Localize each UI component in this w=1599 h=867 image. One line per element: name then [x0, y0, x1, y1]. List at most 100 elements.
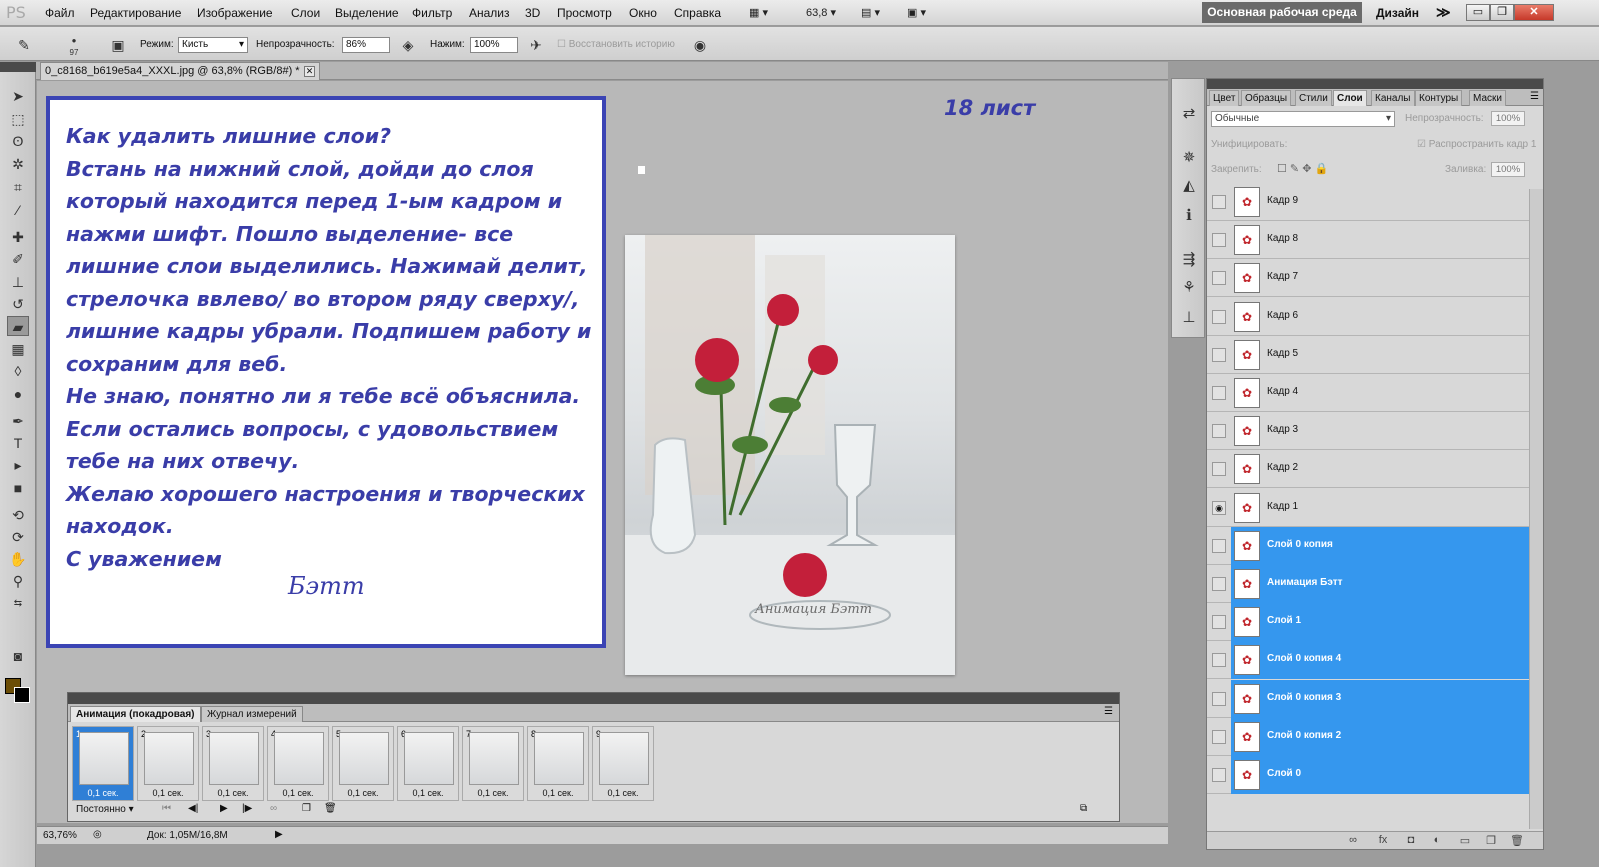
menu-analysis[interactable]: Анализ — [469, 6, 510, 20]
airbrush-opacity-icon[interactable]: ◈ — [398, 35, 418, 55]
document-tab[interactable]: 0_c8168_b619e5a4_XXXL.jpg @ 63,8% (RGB/8… — [40, 62, 320, 80]
gradient-tool-icon[interactable]: ▦ — [7, 339, 29, 359]
layer-body[interactable]: ✿ Слой 0 копия 2 — [1231, 717, 1529, 756]
layer-body[interactable]: ✿ Слой 0 копия 4 — [1231, 641, 1529, 680]
workspace-design-button[interactable]: Дизайн — [1376, 6, 1419, 20]
add-mask-icon[interactable]: ◘ — [1403, 834, 1419, 848]
propagate-frame-checkbox[interactable]: ☑ Распространить кадр 1 — [1417, 139, 1536, 150]
tab-animation[interactable]: Анимация (покадровая) — [70, 706, 201, 722]
menu-window[interactable]: Окно — [629, 6, 657, 20]
minimize-button[interactable]: ▭ — [1466, 4, 1490, 21]
next-frame-icon[interactable]: |▶ — [242, 803, 252, 814]
play-icon[interactable]: ▶ — [220, 803, 228, 814]
visibility-toggle-icon[interactable] — [1212, 347, 1226, 362]
frame-delay[interactable]: 0,1 сек. — [398, 788, 458, 798]
restore-history-checkbox[interactable]: ☐ Восстановить историю — [557, 39, 675, 50]
tab-masks[interactable]: Маски — [1469, 90, 1506, 106]
brush-tool-icon[interactable]: ✐ — [7, 249, 29, 269]
layer-row[interactable]: ✿ Слой 0 копия — [1207, 526, 1529, 565]
layer-row[interactable]: ✿ Анимация Бэтт — [1207, 565, 1529, 603]
layer-row[interactable]: ✿ Кадр 6 — [1207, 298, 1529, 336]
magic-wand-tool-icon[interactable]: ✲ — [7, 154, 29, 174]
workspace-more-button[interactable]: ≫ — [1436, 4, 1451, 21]
visibility-toggle-icon[interactable] — [1212, 768, 1226, 782]
tools-header[interactable] — [0, 62, 36, 72]
visibility-toggle-icon[interactable] — [1212, 577, 1226, 591]
duplicate-frame-icon[interactable]: ❐ — [302, 803, 311, 814]
lasso-tool-icon[interactable]: ʘ — [7, 131, 29, 151]
layer-row[interactable]: ✿ Кадр 7 — [1207, 259, 1529, 298]
layer-style-icon[interactable]: fx — [1375, 834, 1391, 848]
eyedropper-tool-icon[interactable]: ⁄ — [7, 200, 29, 220]
opacity-field[interactable]: 86% — [342, 37, 390, 53]
previous-frame-icon[interactable]: ◀| — [188, 803, 198, 814]
frame-delay[interactable]: 0,1 сек. — [463, 788, 523, 798]
layer-body[interactable]: ✿ Кадр 1 — [1231, 489, 1529, 527]
airbrush-icon[interactable]: ✈ — [526, 35, 546, 55]
layer-row[interactable]: ✿ Кадр 8 — [1207, 221, 1529, 260]
first-frame-icon[interactable]: ⏮ — [162, 803, 171, 814]
new-layer-icon[interactable]: ❐ — [1483, 834, 1499, 848]
lock-icons[interactable]: ☐ ✎ ✥ 🔒 — [1277, 162, 1328, 175]
menu-file[interactable]: Файл — [45, 6, 75, 20]
tab-channels[interactable]: Каналы — [1371, 90, 1415, 106]
layer-body[interactable]: ✿ Слой 0 копия 3 — [1231, 679, 1529, 718]
healing-brush-tool-icon[interactable]: ✚ — [7, 227, 29, 247]
zoom-tool-icon[interactable]: ⚲ — [7, 571, 29, 591]
animation-frame-7[interactable]: 70,1 сек. — [462, 726, 524, 801]
visibility-toggle-icon[interactable] — [1212, 462, 1226, 477]
mode-select[interactable]: Кисть ▾ — [178, 37, 248, 53]
animation-frame-9[interactable]: 90,1 сек. — [592, 726, 654, 801]
type-tool-icon[interactable]: T — [7, 433, 29, 453]
histogram-panel-icon[interactable]: ◭ — [1178, 175, 1200, 197]
visibility-toggle-icon[interactable] — [1212, 233, 1226, 248]
clone-stamp-tool-icon[interactable]: ⊥ — [7, 272, 29, 292]
layers-panel-header[interactable] — [1207, 79, 1543, 89]
menu-image[interactable]: Изображение — [197, 6, 273, 20]
info-panel-icon[interactable]: ℹ — [1178, 205, 1200, 227]
layer-body[interactable]: ✿ Слой 0 — [1231, 756, 1529, 794]
animation-frame-6[interactable]: 60,1 сек. — [397, 726, 459, 801]
status-zoom[interactable]: 63,76% — [43, 830, 77, 841]
workspace-essentials-button[interactable]: Основная рабочая среда — [1202, 2, 1362, 23]
convert-timeline-icon[interactable]: ⧉ — [1080, 803, 1087, 814]
tab-styles[interactable]: Стили — [1295, 90, 1332, 106]
layer-row[interactable]: ✿ Кадр 9 — [1207, 183, 1529, 221]
layer-opacity-field[interactable]: 100% — [1491, 111, 1525, 126]
menu-view[interactable]: Просмотр — [557, 6, 612, 20]
frame-delay[interactable]: 0,1 сек. — [268, 788, 328, 798]
brush-tool-preset-icon[interactable]: ✎ — [14, 35, 34, 55]
history-panel-icon[interactable]: ⇄ — [1178, 103, 1200, 125]
pen-tool-icon[interactable]: ✒ — [7, 411, 29, 431]
visibility-toggle-icon[interactable] — [1212, 615, 1226, 630]
pressure-field[interactable]: 100% — [470, 37, 518, 53]
layer-row[interactable]: ✿ Слой 1 — [1207, 603, 1529, 642]
background-color-swatch[interactable] — [14, 687, 30, 703]
animation-frame-2[interactable]: 20,1 сек. — [137, 726, 199, 801]
new-group-icon[interactable]: ▭ — [1457, 834, 1473, 848]
layer-body[interactable]: ✿ Кадр 7 — [1231, 259, 1529, 297]
blur-tool-icon[interactable]: ◊ — [7, 361, 29, 381]
layer-body[interactable]: ✿ Кадр 3 — [1231, 412, 1529, 450]
crop-tool-icon[interactable]: ⌗ — [7, 177, 29, 197]
menu-filter[interactable]: Фильтр — [412, 6, 452, 20]
layer-row[interactable]: ✿ Кадр 4 — [1207, 374, 1529, 412]
tool-presets-icon[interactable]: ⊥ — [1178, 307, 1200, 329]
menu-help[interactable]: Справка — [674, 6, 721, 20]
visibility-toggle-icon[interactable] — [1212, 729, 1226, 744]
brush-presets-icon[interactable]: ⇶ — [1178, 249, 1200, 271]
menu-layers[interactable]: Слои — [291, 6, 320, 20]
dodge-tool-icon[interactable]: ● — [7, 384, 29, 404]
blend-mode-select[interactable]: Обычные ▾ — [1211, 111, 1395, 127]
visibility-toggle-icon[interactable] — [1212, 271, 1226, 286]
layer-body[interactable]: ✿ Кадр 2 — [1231, 450, 1529, 488]
frame-delay[interactable]: 0,1 сек. — [333, 788, 393, 798]
brush-size-preview[interactable]: ● 97 — [64, 35, 84, 57]
frame-delay[interactable]: 0,1 сек. — [73, 788, 133, 798]
animation-panel-header[interactable] — [68, 693, 1119, 704]
hand-tool-icon[interactable]: ✋ — [7, 549, 29, 569]
link-layers-icon[interactable]: ∞ — [1345, 834, 1361, 848]
restore-button[interactable]: ❐ — [1490, 4, 1514, 21]
tween-icon[interactable]: ∞ — [270, 803, 277, 814]
layer-row[interactable]: ✿ Слой 0 копия 4 — [1207, 641, 1529, 680]
